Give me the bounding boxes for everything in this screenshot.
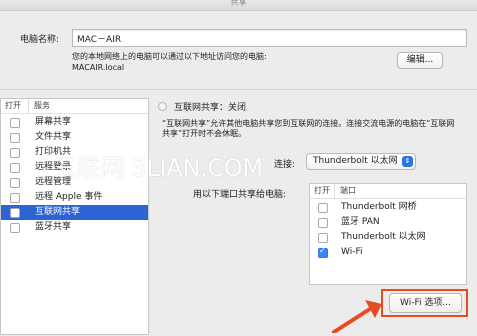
services-list[interactable]: 打开 服务 屏幕共享 文件共享 打印机共 远程登录 远程管理 远程 Apple 事件 互联网… <box>0 98 149 335</box>
service-label: 文件共享 <box>35 132 72 142</box>
service-checkbox[interactable] <box>10 208 20 218</box>
internet-sharing-description-line2: 共享”打开时不会休眠。 <box>162 129 247 138</box>
local-address-description: 您的本地网络上的电脑可以通过以下地址访问您的电脑: <box>72 52 267 61</box>
service-label: 屏幕共享 <box>35 117 72 127</box>
service-checkbox[interactable] <box>10 193 20 203</box>
port-label: 蓝牙 PAN <box>341 217 380 227</box>
service-label: 互联网共享 <box>35 207 81 217</box>
separator <box>0 89 477 90</box>
annotation-arrow-icon <box>330 298 390 334</box>
annotation-highlight-box <box>381 289 468 317</box>
port-checkbox[interactable] <box>318 203 328 213</box>
service-checkbox[interactable] <box>10 118 20 128</box>
service-checkbox[interactable] <box>10 178 20 188</box>
service-checkbox[interactable] <box>10 148 20 158</box>
service-checkbox[interactable] <box>10 163 20 173</box>
service-row[interactable]: 蓝牙共享 <box>1 220 148 235</box>
ports-header-divider <box>334 184 335 198</box>
port-label: Wi-Fi <box>341 247 363 257</box>
service-label: 蓝牙共享 <box>35 222 72 232</box>
port-row[interactable]: Wi-Fi <box>310 245 466 260</box>
service-row[interactable]: 远程 Apple 事件 <box>1 190 148 205</box>
ports-header-port: 端口 <box>340 186 356 195</box>
port-row[interactable]: Thunderbolt 以太网 <box>310 230 466 245</box>
port-row[interactable]: Thunderbolt 网桥 <box>310 200 466 215</box>
ports-header-on: 打开 <box>314 186 330 195</box>
connection-value: Thunderbolt 以太网 <box>313 156 398 166</box>
header-divider <box>28 99 29 113</box>
service-row[interactable]: 文件共享 <box>1 130 148 145</box>
service-checkbox[interactable] <box>10 223 20 233</box>
services-header-on: 打开 <box>5 101 21 110</box>
computer-name-value: MAC－AIR <box>77 35 122 45</box>
ports-list[interactable]: 打开 端口 Thunderbolt 网桥 蓝牙 PAN Thunderbolt 以太… <box>309 183 467 285</box>
port-checkbox[interactable] <box>318 218 328 228</box>
port-row[interactable]: 蓝牙 PAN <box>310 215 466 230</box>
status-indicator-icon <box>158 102 167 111</box>
service-checkbox[interactable] <box>10 133 20 143</box>
port-checkbox[interactable] <box>318 246 328 258</box>
services-header: 打开 服务 <box>1 99 148 114</box>
port-checkbox[interactable] <box>318 233 328 243</box>
computer-name-field[interactable]: MAC－AIR <box>72 29 467 47</box>
connection-label: 连接: <box>274 160 296 170</box>
computer-name-label: 电脑名称: <box>20 35 60 45</box>
watermark: 三联网 3LIAN.COM <box>53 154 263 182</box>
connection-select[interactable]: Thunderbolt 以太网 ⇕ <box>306 153 416 170</box>
services-header-service: 服务 <box>34 101 50 110</box>
service-row[interactable]: 屏幕共享 <box>1 115 148 130</box>
ports-rows: Thunderbolt 网桥蓝牙 PAN Thunderbolt 以太网 Wi-Fi <box>310 200 466 260</box>
edit-button[interactable]: 编辑... <box>397 52 443 69</box>
service-label: 远程 Apple 事件 <box>35 192 103 202</box>
chevron-updown-icon: ⇕ <box>402 156 413 167</box>
port-label: Thunderbolt 以太网 <box>341 232 426 242</box>
ports-label: 用以下端口共享给电脑: <box>193 190 287 200</box>
port-label: Thunderbolt 网桥 <box>341 202 417 212</box>
window-titlebar: 共享 <box>0 0 477 11</box>
internet-sharing-status: 互联网共享：关闭 <box>174 103 247 113</box>
window-title: 共享 <box>230 0 247 7</box>
service-row[interactable]: 互联网共享 <box>1 205 148 220</box>
local-address: MACAIR.local <box>72 63 125 72</box>
